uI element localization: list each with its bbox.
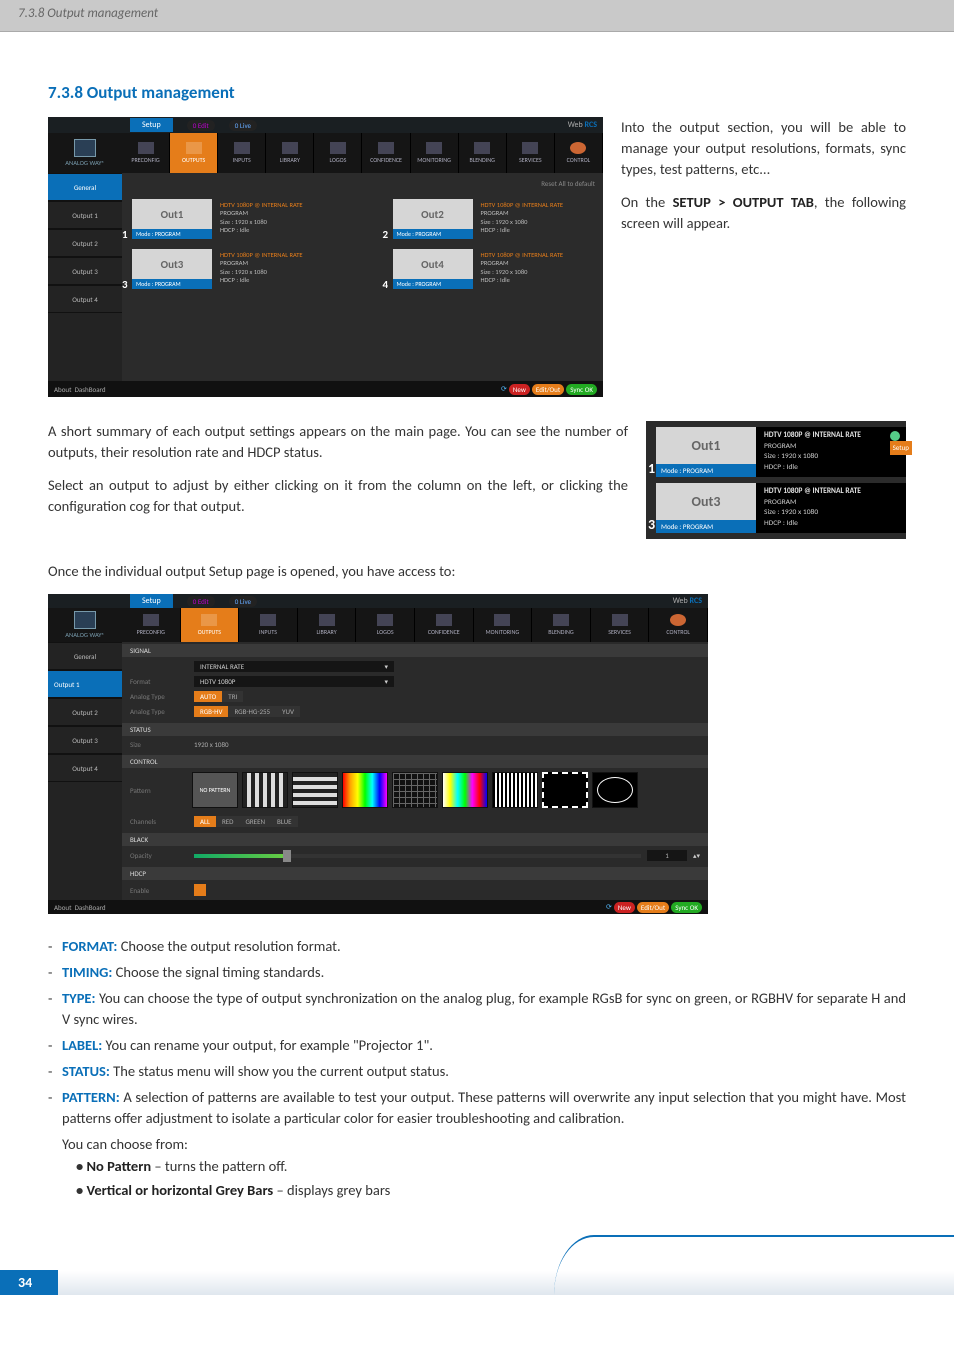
nav-control[interactable]: CONTROL — [555, 133, 603, 173]
pattern-smpte[interactable] — [442, 772, 488, 808]
output-card-3[interactable]: 3 Out3Mode : PROGRAM HDTV 1080P @ INTERN… — [132, 249, 333, 289]
closeup-out3[interactable]: 3 Out3Mode : PROGRAM HDTV 1080P @ INTERN… — [646, 483, 906, 533]
pattern-vlines[interactable] — [492, 772, 538, 808]
pattern-hbars[interactable] — [292, 772, 338, 808]
app-nav: ANALOG WAY® PRECONFIG OUTPUTS INPUTS LIB… — [48, 133, 603, 173]
nav-services[interactable]: SERVICES — [507, 133, 555, 173]
nav-confidence[interactable]: CONFIDENCE — [362, 133, 410, 173]
live-pill[interactable]: 0 Live — [229, 120, 257, 131]
page-header-bar: 7.3.8 Output management — [0, 0, 954, 32]
nav-library[interactable]: LIBRARY — [266, 133, 314, 173]
app-titlebar: Setup 0 Edit 0 Live Web RCS — [48, 117, 603, 133]
output-sidebar: General Output 1 Output 2 Output 3 Outpu… — [48, 173, 122, 381]
nav-preconfig[interactable]: PRECONFIG — [122, 133, 170, 173]
closeup-out1[interactable]: 1 Out1Mode : PROGRAM Setup HDTV 1080P @ … — [646, 427, 906, 477]
opacity-slider[interactable] — [194, 854, 641, 858]
webrcs-logo: Web RCS — [568, 120, 603, 130]
sidebar-output2[interactable]: Output 2 — [48, 229, 122, 257]
sidebar-output3[interactable]: Output 3 — [48, 257, 122, 285]
screenshot-detail: Setup 0 Edit 0 Live Web RCS ANALOG WAY® … — [48, 594, 708, 914]
section-title: 7.3.8 Output management — [48, 82, 906, 103]
edit-pill[interactable]: 0 Edit — [187, 120, 215, 131]
screenshot-overview: Setup 0 Edit 0 Live Web RCS ANALOG WAY® … — [48, 117, 603, 397]
page-number: 34 — [0, 1270, 58, 1295]
analog-sync-toggle[interactable]: RGB-HVRGB-HG-255YUV — [194, 706, 300, 717]
output-card-4[interactable]: 4 Out4Mode : PROGRAM HDTV 1080P @ INTERN… — [393, 249, 594, 289]
opacity-value[interactable]: 1 — [647, 850, 687, 861]
nav-logos[interactable]: LOGOS — [314, 133, 362, 173]
screenshot-closeup: 1 Out1Mode : PROGRAM Setup HDTV 1080P @ … — [646, 421, 906, 539]
nav-outputs[interactable]: OUTPUTS — [170, 133, 218, 173]
stepper-icon[interactable]: ▴▾ — [693, 851, 700, 860]
pattern-circle[interactable] — [592, 772, 638, 808]
pattern-grid[interactable] — [392, 772, 438, 808]
nav-blending[interactable]: BLENDING — [459, 133, 507, 173]
rate-select[interactable]: INTERNAL RATE▾ — [194, 661, 394, 672]
output-main: Reset All to default 1 Out1Mode : PROGRA… — [122, 173, 603, 381]
sidebar-output1[interactable]: Output 1 — [48, 201, 122, 229]
analog-type-toggle[interactable]: AUTOTRI — [194, 691, 243, 702]
chevron-down-icon: ▾ — [384, 677, 388, 686]
definitions-list: FORMAT: Choose the output resolution for… — [48, 936, 906, 1201]
mid-text: A short summary of each output settings … — [48, 421, 628, 529]
nav-monitoring[interactable]: MONITORING — [411, 133, 459, 173]
intro-text: Into the output section, you will be abl… — [621, 117, 906, 246]
output-card-1[interactable]: 1 Out1Mode : PROGRAM HDTV 1080P @ INTERN… — [132, 199, 333, 239]
hdcp-enable-checkbox[interactable] — [194, 884, 206, 896]
once-open-text: Once the individual output Setup page is… — [48, 561, 906, 582]
page-header-text: 7.3.8 Output management — [18, 6, 158, 21]
pattern-none[interactable]: NO PATTERN — [192, 772, 238, 808]
sidebar-general[interactable]: General — [48, 173, 122, 201]
brand-logo: ANALOG WAY® — [48, 133, 122, 173]
setup-badge[interactable]: Setup — [890, 441, 912, 455]
pattern-vbars[interactable] — [242, 772, 288, 808]
format-select[interactable]: HDTV 1080P▾ — [194, 676, 394, 687]
gear-icon[interactable] — [890, 431, 900, 441]
sidebar-output4[interactable]: Output 4 — [48, 285, 122, 313]
pattern-row: Pattern NO PATTERN — [122, 768, 708, 812]
reset-all-link[interactable]: Reset All to default — [541, 179, 595, 188]
output-card-2[interactable]: 2 Out2Mode : PROGRAM HDTV 1080P @ INTERN… — [393, 199, 594, 239]
app-statusbar: About DashBoard ⟳ New Edit/Out Sync OK — [48, 381, 603, 397]
nav-inputs[interactable]: INPUTS — [218, 133, 266, 173]
chevron-down-icon: ▾ — [384, 662, 388, 671]
channels-toggle[interactable]: ALLREDGREENBLUE — [194, 816, 298, 827]
setup-tab[interactable]: Setup — [130, 118, 173, 132]
pattern-border[interactable] — [542, 772, 588, 808]
pattern-color-vbars[interactable] — [342, 772, 388, 808]
page-footer: 34 — [0, 1235, 954, 1295]
